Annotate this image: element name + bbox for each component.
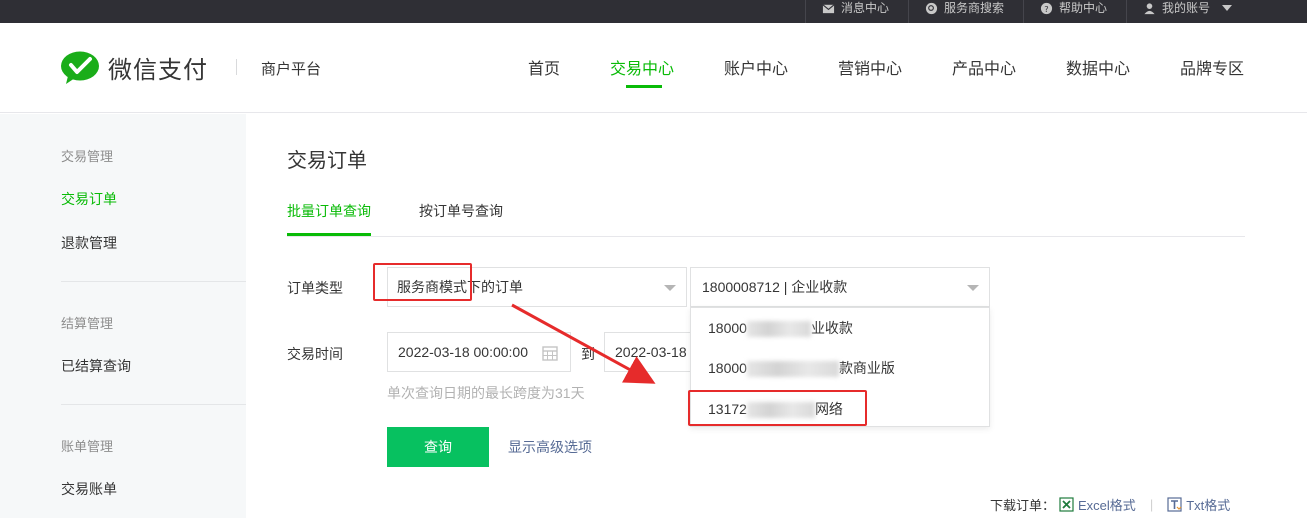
merchant-value: 1800008712 | 企业收款 (702, 279, 848, 295)
nav-trade-center[interactable]: 交易中心 (610, 55, 674, 79)
sidebar-divider (61, 281, 246, 282)
txt-icon (1167, 497, 1182, 512)
platform-name: 商户平台 (261, 61, 322, 78)
option-suffix: 业收款 (810, 320, 853, 336)
download-separator: | (1149, 497, 1154, 512)
merchant-option[interactable]: 18000 业收款 (708, 318, 853, 338)
wechat-pay-logo-icon (61, 51, 99, 84)
help-center-link[interactable]: ? 帮助中心 (1023, 0, 1123, 23)
tab-order-number-query[interactable]: 按订单号查询 (419, 201, 503, 221)
sidebar-group-settlement: 结算管理 (61, 316, 114, 331)
order-type-label: 订单类型 (287, 280, 343, 296)
nav-marketing-center[interactable]: 营销中心 (838, 55, 902, 79)
sidebar-item-trade-orders[interactable]: 交易订单 (61, 189, 117, 209)
redaction-blur (746, 321, 811, 338)
query-button[interactable]: 查询 (387, 427, 489, 467)
to-label: 到 (581, 346, 595, 362)
download-label: 下载订单： (990, 498, 1056, 513)
mail-icon (822, 3, 835, 13)
date-range-hint: 单次查询日期的最长跨度为31天 (387, 385, 585, 401)
sidebar (0, 114, 246, 518)
logo-text: 微信支付 (108, 57, 208, 84)
sidebar-group-bills: 账单管理 (61, 439, 114, 454)
tabs-baseline (287, 236, 1245, 237)
provider-search-link[interactable]: 服务商搜索 (908, 0, 1020, 23)
merchant-option[interactable]: 18000 款商业版 (708, 358, 895, 378)
download-orders-bar: 下载订单： Excel格式 | Txt格式 (990, 495, 1230, 514)
nav-home[interactable]: 首页 (528, 55, 560, 79)
user-icon (1144, 2, 1155, 14)
wechat-pay-logo[interactable]: 微信支付 (60, 50, 208, 85)
download-excel-link[interactable]: Excel格式 (1078, 495, 1136, 514)
end-time-value: 2022-03-18 (615, 344, 687, 360)
trade-time-label: 交易时间 (287, 346, 343, 362)
nav-product-center[interactable]: 产品中心 (952, 55, 1016, 79)
svg-text:?: ? (1044, 3, 1048, 13)
message-center-link[interactable]: 消息中心 (805, 0, 905, 23)
annotation-box-merchant-option (688, 390, 867, 426)
option-suffix: 款商业版 (838, 360, 895, 376)
search-circle-icon (925, 2, 938, 14)
option-prefix: 18000 (708, 360, 747, 376)
annotation-box-order-type (373, 263, 472, 301)
nav-brand-zone[interactable]: 品牌专区 (1180, 55, 1244, 79)
sidebar-group-trade: 交易管理 (61, 149, 114, 164)
excel-icon (1059, 497, 1074, 512)
help-center-label: 帮助中心 (1059, 1, 1108, 15)
nav-active-underline (626, 85, 662, 88)
nav-data-center[interactable]: 数据中心 (1066, 55, 1130, 79)
help-icon: ? (1040, 2, 1053, 14)
start-time-value: 2022-03-18 00:00:00 (398, 344, 528, 360)
page-title: 交易订单 (287, 150, 367, 172)
chevron-down-icon (967, 285, 979, 291)
message-center-label: 消息中心 (841, 1, 890, 15)
download-txt-link[interactable]: Txt格式 (1186, 495, 1230, 514)
tab-batch-query[interactable]: 批量订单查询 (287, 201, 371, 221)
start-time-input[interactable]: 2022-03-18 00:00:00 (387, 332, 571, 372)
provider-search-label: 服务商搜索 (944, 1, 1005, 15)
redaction-blur (746, 361, 839, 378)
main-header: 微信支付 商户平台 首页 交易中心 账户中心 营销中心 产品中心 数据中心 品牌… (0, 23, 1307, 113)
sidebar-divider (61, 404, 246, 405)
chevron-down-icon (664, 285, 676, 291)
header-divider (236, 59, 237, 75)
caret-down-icon (1222, 5, 1233, 11)
top-utility-bar: 消息中心 服务商搜索 ? 帮助中心 我的账号 (0, 0, 1307, 23)
sidebar-item-trade-bills[interactable]: 交易账单 (61, 479, 117, 499)
option-prefix: 18000 (708, 320, 747, 336)
nav-account-center[interactable]: 账户中心 (724, 55, 788, 79)
my-account-menu[interactable]: 我的账号 (1126, 0, 1307, 23)
sidebar-item-refunds[interactable]: 退款管理 (61, 233, 117, 253)
my-account-label: 我的账号 (1162, 1, 1211, 15)
sidebar-item-settled-query[interactable]: 已结算查询 (61, 356, 131, 376)
show-advanced-link[interactable]: 显示高级选项 (508, 437, 592, 457)
merchant-select[interactable]: 1800008712 | 企业收款 (690, 267, 990, 307)
calendar-icon[interactable] (542, 345, 558, 361)
tab-active-underline (287, 233, 371, 236)
